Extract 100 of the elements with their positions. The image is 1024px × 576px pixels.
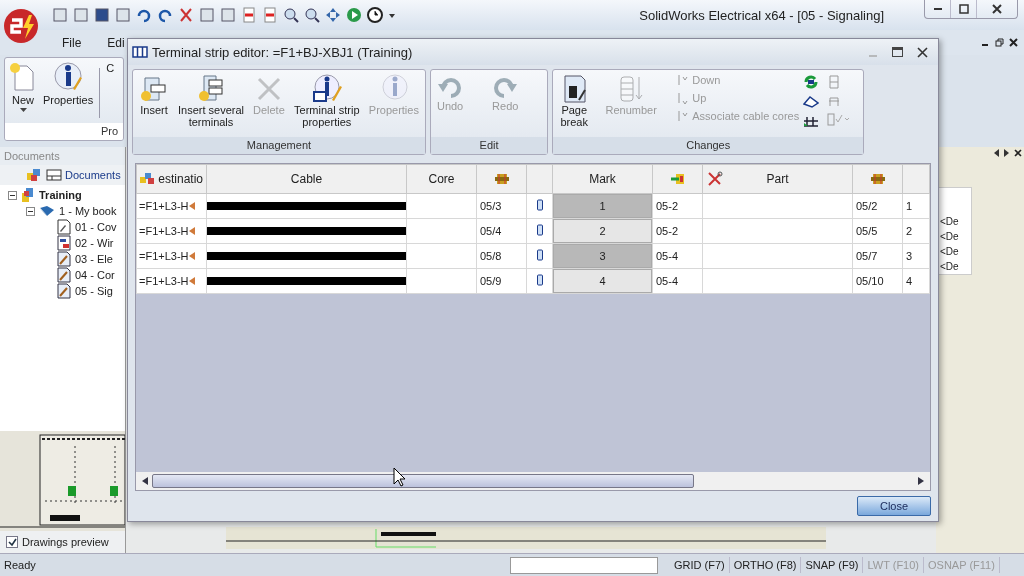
new-page-icon [9, 62, 37, 92]
collapse-icon[interactable] [8, 190, 17, 200]
arrow-icon [188, 227, 195, 235]
drawing-page-icon [57, 283, 71, 299]
column-header[interactable] [852, 164, 903, 194]
toolbar-icon[interactable] [325, 7, 341, 23]
ribbon-button[interactable]: C [106, 62, 115, 74]
status-toggle[interactable]: GRID (F7) [670, 557, 730, 573]
list-item[interactable]: <De [937, 214, 971, 229]
column-header[interactable]: Core [406, 164, 477, 194]
save-icon[interactable] [94, 7, 110, 23]
scroll-left-icon[interactable] [142, 477, 148, 485]
mark-cell[interactable]: 1 [553, 194, 652, 218]
table-cell: 05-4 [652, 268, 703, 294]
column-header[interactable] [652, 164, 703, 194]
terminal-icon [536, 249, 543, 261]
play-icon[interactable] [346, 7, 362, 23]
move-icon [677, 92, 690, 104]
close-icon[interactable] [1014, 149, 1022, 157]
previous-icon[interactable] [994, 149, 1000, 157]
table-cell: 05/4 [476, 218, 527, 244]
clock-icon[interactable] [367, 7, 383, 23]
table-cell: 05-2 [652, 218, 703, 244]
toolbar-icon[interactable] [178, 7, 194, 23]
ribbon-button[interactable]: Terminal strip properties [288, 74, 365, 128]
close-button[interactable]: Close [857, 496, 931, 516]
list-item[interactable]: <De [937, 229, 971, 244]
dropdown-icon[interactable] [388, 11, 396, 19]
column-header[interactable]: Mark [552, 164, 653, 194]
mark-cell[interactable]: 4 [553, 269, 652, 293]
menu-item[interactable]: File [62, 35, 82, 50]
checkbox-label: Drawings preview [22, 536, 109, 548]
tree-item[interactable]: 03 - Ele [75, 253, 113, 265]
insert-terminals-icon [196, 74, 226, 104]
ribbon-button[interactable]: New [9, 62, 37, 113]
table-cell: 05/7 [852, 243, 903, 269]
tree-item[interactable]: 02 - Wir [75, 237, 114, 249]
tree-item[interactable]: Training [39, 189, 82, 201]
checkbox[interactable] [6, 536, 18, 548]
menu-item[interactable]: Edi [107, 35, 125, 50]
restore-icon[interactable] [995, 38, 1004, 47]
collapse-icon[interactable] [26, 206, 35, 216]
table-cell: 05-2 [652, 193, 703, 219]
table-cell: 05/3 [476, 193, 527, 219]
drawing-page-icon [57, 251, 71, 267]
mark-cell[interactable]: 3 [553, 244, 652, 268]
move-icon [677, 74, 690, 86]
close-icon[interactable] [917, 46, 928, 58]
table-cell: 1 [902, 193, 930, 219]
toolbar-icon[interactable] [241, 7, 257, 23]
column-header[interactable]: estinatio [136, 164, 207, 194]
mark-cell[interactable]: 2 [553, 219, 652, 243]
status-toggle[interactable]: ORTHO (F8) [729, 557, 802, 573]
group-label: Pro [5, 123, 123, 140]
tree-item[interactable]: 01 - Cov [75, 221, 117, 233]
page-list-icon [57, 235, 71, 251]
ribbon-button[interactable]: Page break [557, 74, 592, 128]
mouse-cursor-icon [393, 467, 407, 487]
table-cell: 05/9 [476, 268, 527, 294]
arrow-icon [188, 277, 195, 285]
ribbon-button[interactable]: Properties [43, 62, 94, 106]
toolbar-icon[interactable] [262, 7, 278, 23]
toolbar-icon[interactable] [304, 7, 320, 23]
next-icon[interactable] [1004, 149, 1010, 157]
scrollbar-thumb[interactable] [152, 474, 694, 488]
terminal-check-icon[interactable] [827, 112, 850, 126]
table-cell: 05/5 [852, 218, 903, 244]
terminal-icon [536, 274, 543, 286]
panel-title: Documents [0, 147, 125, 165]
ribbon-button[interactable]: Insert several terminals [173, 74, 249, 128]
scroll-right-icon[interactable] [918, 477, 924, 485]
table-cell: =F1+L3-H [136, 268, 207, 294]
table-cell: 2 [902, 218, 930, 244]
table-cell: 05/8 [476, 243, 527, 269]
dialog-title: Terminal strip editor: =F1+BJ-XBJ1 (Training) [152, 44, 413, 60]
move-icon [677, 110, 690, 122]
column-header[interactable]: Part [702, 164, 853, 194]
table-cell: 3 [902, 243, 930, 269]
close-icon[interactable] [1009, 38, 1018, 47]
redo-icon[interactable] [157, 7, 173, 23]
table-cell: =F1+L3-H [136, 243, 207, 269]
refresh-icon[interactable] [803, 74, 820, 90]
group-label: Edit [430, 137, 548, 154]
column-header[interactable] [476, 164, 527, 194]
table-cell: =F1+L3-H [136, 218, 207, 244]
tree-item[interactable]: 04 - Cor [75, 269, 115, 281]
list-item[interactable]: <De [937, 244, 971, 259]
status-toggle[interactable]: SNAP (F9) [801, 557, 864, 573]
cube-stack-icon[interactable] [26, 167, 42, 183]
zoom-icon[interactable] [283, 7, 299, 23]
column-header[interactable]: Cable [206, 164, 407, 194]
undo-icon[interactable] [136, 7, 152, 23]
tree-item[interactable]: 1 - My book [59, 205, 117, 217]
insert-terminal-icon [139, 74, 169, 104]
table-icon [46, 169, 62, 181]
maximize-icon[interactable] [892, 47, 903, 57]
ribbon-button[interactable]: Insert [137, 74, 171, 116]
tools-icon [707, 171, 723, 187]
tree-item[interactable]: 05 - Sig [75, 285, 113, 297]
list-item[interactable]: <De [937, 259, 971, 274]
